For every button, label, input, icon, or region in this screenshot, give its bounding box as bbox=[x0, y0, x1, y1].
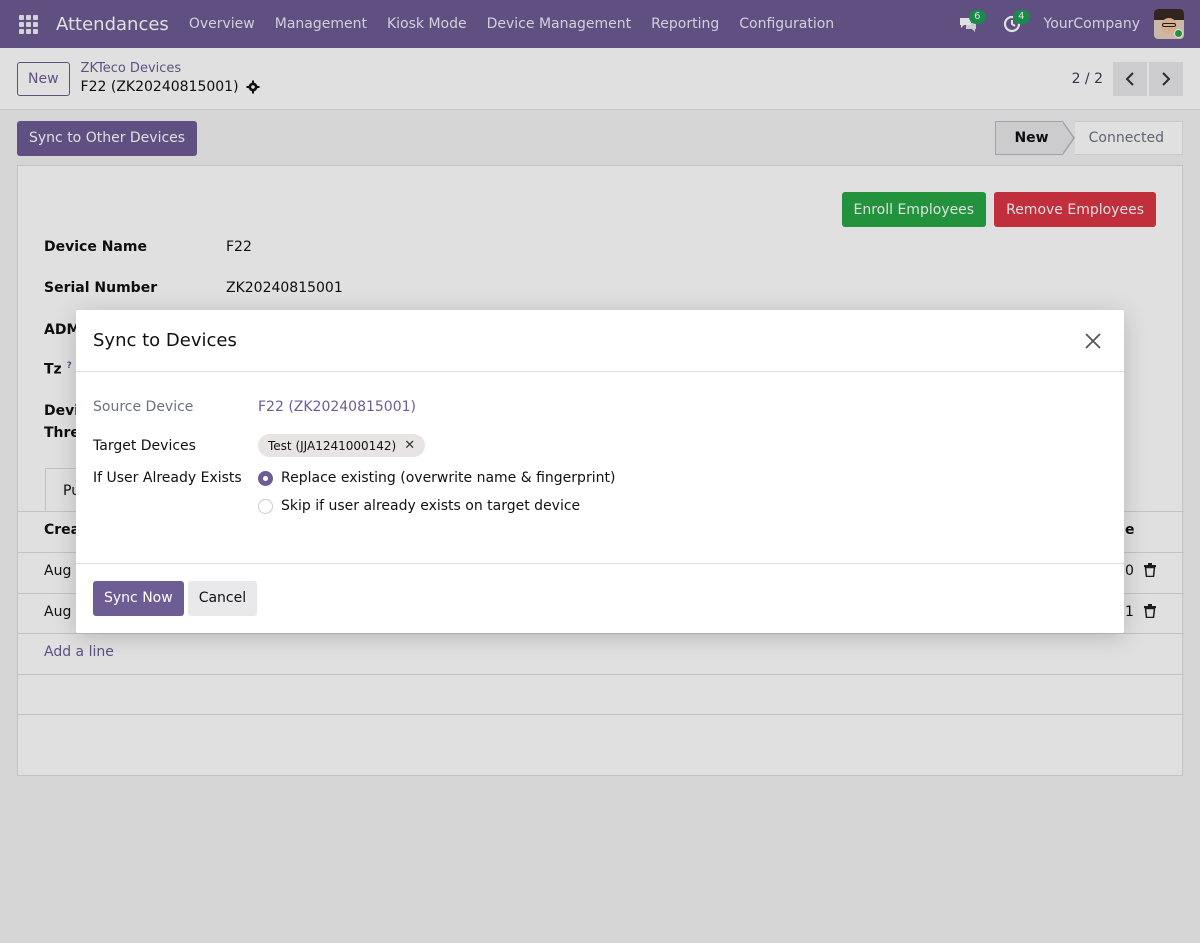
radio-button[interactable] bbox=[258, 498, 273, 514]
sync-now-button[interactable]: Sync Now bbox=[93, 580, 184, 616]
radio-button-checked[interactable] bbox=[258, 470, 273, 486]
modal-body: Source Device F22 (ZK20240815001) Target… bbox=[76, 372, 1124, 564]
cancel-button[interactable]: Cancel bbox=[187, 580, 258, 616]
user-exists-row-2: Skip if user already exists on target de… bbox=[258, 498, 580, 514]
user-exists-row: If User Already Exists Replace existing … bbox=[93, 470, 615, 486]
source-device-row: Source Device F22 (ZK20240815001) bbox=[93, 399, 416, 415]
sync-to-devices-dialog: Sync to Devices Source Device F22 (ZK202… bbox=[76, 310, 1124, 633]
tag-remove-icon[interactable]: ✕ bbox=[404, 438, 415, 453]
target-devices-row: Target Devices Test (JJA1241000142) ✕ bbox=[93, 434, 426, 457]
target-device-tag-label: Test (JJA1241000142) bbox=[268, 438, 397, 453]
target-devices-label: Target Devices bbox=[93, 437, 196, 454]
radio-label: Replace existing (overwrite name & finge… bbox=[281, 470, 616, 486]
target-device-tag[interactable]: Test (JJA1241000142) ✕ bbox=[258, 434, 426, 457]
radio-skip-existing[interactable]: Skip if user already exists on target de… bbox=[258, 498, 580, 514]
modal-header: Sync to Devices bbox=[76, 310, 1124, 372]
radio-label: Skip if user already exists on target de… bbox=[281, 498, 581, 514]
close-icon bbox=[1085, 332, 1101, 349]
radio-replace-existing[interactable]: Replace existing (overwrite name & finge… bbox=[258, 470, 615, 486]
source-device-label: Source Device bbox=[93, 399, 194, 415]
modal-footer: Sync Now Cancel bbox=[76, 564, 1124, 632]
modal-title: Sync to Devices bbox=[93, 330, 237, 351]
user-exists-label: If User Already Exists bbox=[93, 470, 242, 486]
close-button[interactable] bbox=[1079, 327, 1107, 355]
source-device-link[interactable]: F22 (ZK20240815001) bbox=[258, 399, 416, 415]
